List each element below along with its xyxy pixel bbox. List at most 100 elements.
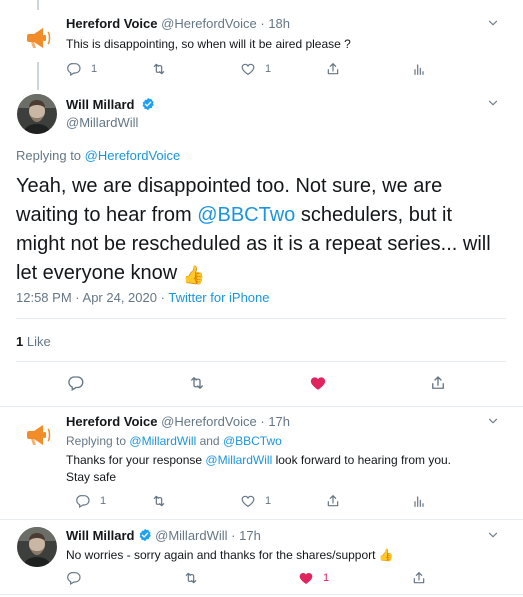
thumbs-up-icon: 👍 bbox=[378, 548, 394, 562]
replying-label: Replying to bbox=[66, 434, 127, 448]
retweet-button[interactable] bbox=[151, 493, 167, 509]
reply-icon bbox=[67, 374, 85, 392]
tweet-text-part2: look forward to hearing from you. bbox=[272, 453, 452, 467]
avatar-will-millard[interactable] bbox=[17, 94, 57, 134]
replying-label: Replying to bbox=[16, 148, 82, 163]
retweet-icon bbox=[151, 61, 167, 77]
timestamp[interactable]: 17h bbox=[239, 528, 261, 543]
reply-button[interactable]: 1 bbox=[75, 493, 106, 509]
divider bbox=[0, 594, 523, 595]
chevron-down-icon[interactable] bbox=[486, 16, 500, 30]
heart-filled-icon bbox=[309, 374, 327, 392]
share-button[interactable] bbox=[325, 493, 341, 509]
mention-link[interactable]: @MillardWill bbox=[205, 453, 272, 467]
heart-icon bbox=[240, 493, 256, 509]
avatar-hereford-voice[interactable] bbox=[17, 415, 57, 455]
reply-count: 1 bbox=[91, 63, 98, 75]
divider bbox=[16, 318, 506, 319]
share-icon bbox=[325, 61, 341, 77]
display-name[interactable]: Hereford Voice bbox=[66, 16, 158, 31]
main-tweet-name: Will Millard bbox=[66, 97, 155, 112]
like-count: 1 bbox=[265, 495, 272, 507]
likes-count: 1 bbox=[16, 334, 24, 349]
like-button[interactable] bbox=[309, 374, 327, 392]
likes-summary[interactable]: 1 Like bbox=[16, 333, 51, 351]
replying-to-link[interactable]: @HerefordVoice bbox=[85, 148, 181, 163]
replying-to-link[interactable]: @BBCTwo bbox=[223, 434, 282, 448]
display-name[interactable]: Hereford Voice bbox=[66, 414, 158, 429]
like-count: 1 bbox=[323, 572, 330, 584]
retweet-button[interactable] bbox=[183, 570, 199, 586]
tweet-time[interactable]: 12:58 PM bbox=[16, 290, 72, 305]
divider bbox=[16, 361, 506, 362]
like-button[interactable]: 1 bbox=[240, 61, 271, 77]
chevron-down-icon[interactable] bbox=[486, 96, 500, 110]
tweet4-header: Will Millard @MillardWill · 17h bbox=[66, 528, 261, 543]
mention-link[interactable]: @BBCTwo bbox=[197, 204, 295, 226]
analytics-icon bbox=[411, 61, 427, 77]
tweet3-text: Thanks for your response @MillardWill lo… bbox=[66, 451, 506, 469]
like-button[interactable]: 1 bbox=[240, 493, 271, 509]
megaphone-icon bbox=[17, 415, 57, 455]
separator: · bbox=[260, 16, 265, 31]
share-icon bbox=[411, 570, 427, 586]
retweet-button[interactable] bbox=[151, 61, 167, 77]
reply-icon bbox=[75, 493, 91, 509]
share-button[interactable] bbox=[325, 61, 341, 77]
display-name[interactable]: Will Millard bbox=[66, 97, 135, 112]
like-count: 1 bbox=[265, 63, 272, 75]
separator: · bbox=[231, 528, 236, 543]
reply-icon bbox=[66, 61, 82, 77]
retweet-icon bbox=[151, 493, 167, 509]
analytics-button[interactable] bbox=[411, 493, 427, 509]
avatar-hereford-voice[interactable] bbox=[17, 18, 57, 58]
tweet1-header: Hereford Voice @HerefordVoice · 18h bbox=[66, 16, 290, 31]
likes-label: Like bbox=[26, 334, 51, 349]
replying-and: and bbox=[199, 434, 220, 448]
separator: · bbox=[75, 290, 80, 305]
reply-icon bbox=[66, 570, 82, 586]
reply-button[interactable] bbox=[67, 374, 85, 392]
retweet-button[interactable] bbox=[188, 374, 206, 392]
reply-button[interactable] bbox=[66, 570, 82, 586]
tweet-text-part1: Thanks for your response bbox=[66, 453, 206, 467]
handle[interactable]: @HerefordVoice bbox=[161, 16, 257, 31]
share-button[interactable] bbox=[411, 570, 427, 586]
tweet-text: No worries - sorry again and thanks for … bbox=[66, 548, 376, 562]
heart-icon bbox=[240, 61, 256, 77]
tweet3-text-line2: Stay safe bbox=[66, 470, 117, 484]
thread-line bbox=[37, 62, 39, 90]
reply-button[interactable]: 1 bbox=[66, 61, 97, 77]
tweet-date[interactable]: Apr 24, 2020 bbox=[83, 290, 157, 305]
tweet-source[interactable]: Twitter for iPhone bbox=[168, 290, 269, 305]
separator: · bbox=[260, 414, 265, 429]
timestamp[interactable]: 18h bbox=[268, 16, 290, 31]
share-button[interactable] bbox=[429, 374, 447, 392]
thumbs-up-icon: 👍 bbox=[182, 265, 206, 285]
replying-to-link[interactable]: @MillardWill bbox=[129, 434, 196, 448]
tweet4-text: No worries - sorry again and thanks for … bbox=[66, 546, 394, 564]
analytics-icon bbox=[411, 493, 427, 509]
like-button[interactable]: 1 bbox=[298, 570, 329, 586]
retweet-icon bbox=[188, 374, 206, 392]
verified-badge-icon bbox=[141, 97, 155, 111]
divider bbox=[0, 406, 523, 407]
replying-to: Replying to @HerefordVoice bbox=[16, 147, 180, 165]
replying-to: Replying to @MillardWill and @BBCTwo bbox=[66, 432, 282, 450]
avatar-will-millard[interactable] bbox=[17, 527, 57, 567]
chevron-down-icon[interactable] bbox=[486, 528, 500, 542]
separator: · bbox=[160, 290, 165, 305]
share-icon bbox=[429, 374, 447, 392]
chevron-down-icon[interactable] bbox=[486, 414, 500, 428]
display-name[interactable]: Will Millard bbox=[66, 528, 135, 543]
handle[interactable]: @MillardWill bbox=[66, 115, 138, 130]
thread-line-top bbox=[37, 0, 39, 10]
analytics-button[interactable] bbox=[411, 61, 427, 77]
handle[interactable]: @HerefordVoice bbox=[161, 414, 257, 429]
handle[interactable]: @MillardWill bbox=[155, 528, 227, 543]
profile-photo bbox=[17, 94, 57, 134]
profile-photo bbox=[17, 527, 57, 567]
main-tweet-text: Yeah, we are disappointed too. Not sure,… bbox=[16, 172, 506, 290]
share-icon bbox=[325, 493, 341, 509]
timestamp[interactable]: 17h bbox=[268, 414, 290, 429]
